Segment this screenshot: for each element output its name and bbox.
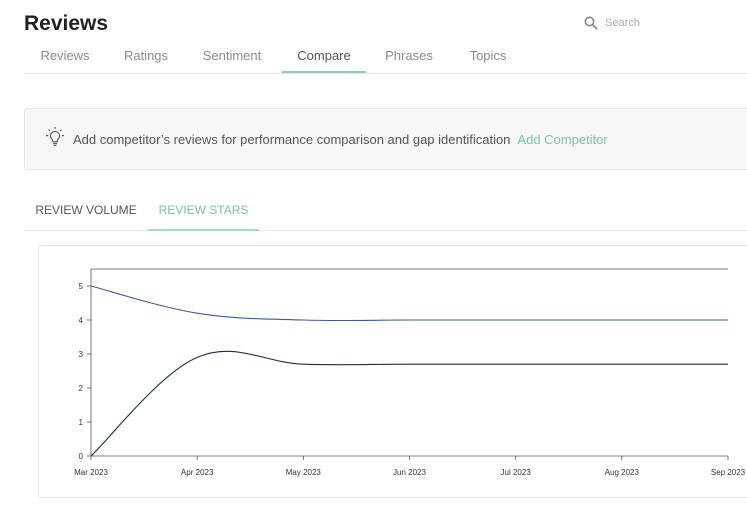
series-line-1: [90, 285, 728, 322]
tab-phrases[interactable]: Phrases: [372, 38, 446, 73]
banner-text: Add competitor’s reviews for performance…: [73, 131, 511, 147]
search-box[interactable]: [584, 16, 725, 30]
x-tick-label: Aug 2023: [605, 468, 640, 477]
tab-topics[interactable]: Topics: [452, 38, 524, 73]
series-line-2: [90, 350, 728, 457]
lightbulb-icon: [45, 126, 73, 153]
chart-svg: 0 1 2 3 4 5 Mar 2023 Apr 2023 May 2023 Jun 2023 Ju…: [74, 268, 746, 477]
x-tick-label: May 2023: [286, 468, 322, 477]
chart-tabs: REVIEW VOLUME REVIEW STARS: [24, 190, 747, 231]
y-tick-label: 2: [79, 384, 84, 393]
x-tick-label: Sep 2023: [711, 468, 746, 477]
competitor-banner: Add competitor’s reviews for performance…: [24, 108, 747, 170]
tab-reviews[interactable]: Reviews: [24, 38, 106, 73]
page-title: Reviews: [24, 12, 109, 35]
y-tick-label: 4: [79, 316, 84, 325]
main-tabs: Reviews Ratings Sentiment Compare Phrase…: [24, 38, 747, 74]
review-stars-chart: 0 1 2 3 4 5 Mar 2023 Apr 2023 May 2023 Jun 2023 Ju…: [38, 245, 747, 498]
y-tick-label: 0: [79, 452, 84, 461]
y-tick-label: 5: [79, 282, 84, 291]
search-input[interactable]: [605, 17, 725, 29]
search-icon: [584, 16, 598, 30]
x-tick-label: Jul 2023: [501, 468, 532, 477]
tab-compare[interactable]: Compare: [282, 38, 366, 73]
tab-ratings[interactable]: Ratings: [112, 38, 180, 73]
x-tick-label: Apr 2023: [181, 468, 214, 477]
add-competitor-link[interactable]: Add Competitor: [517, 132, 607, 147]
tab-review-stars[interactable]: REVIEW STARS: [148, 190, 259, 231]
x-tick-label: Jun 2023: [393, 468, 426, 477]
tab-sentiment[interactable]: Sentiment: [186, 38, 278, 73]
y-tick-label: 1: [79, 418, 84, 427]
y-tick-label: 3: [79, 350, 84, 359]
tab-review-volume[interactable]: REVIEW VOLUME: [30, 190, 142, 231]
x-tick-label: Mar 2023: [74, 468, 108, 477]
